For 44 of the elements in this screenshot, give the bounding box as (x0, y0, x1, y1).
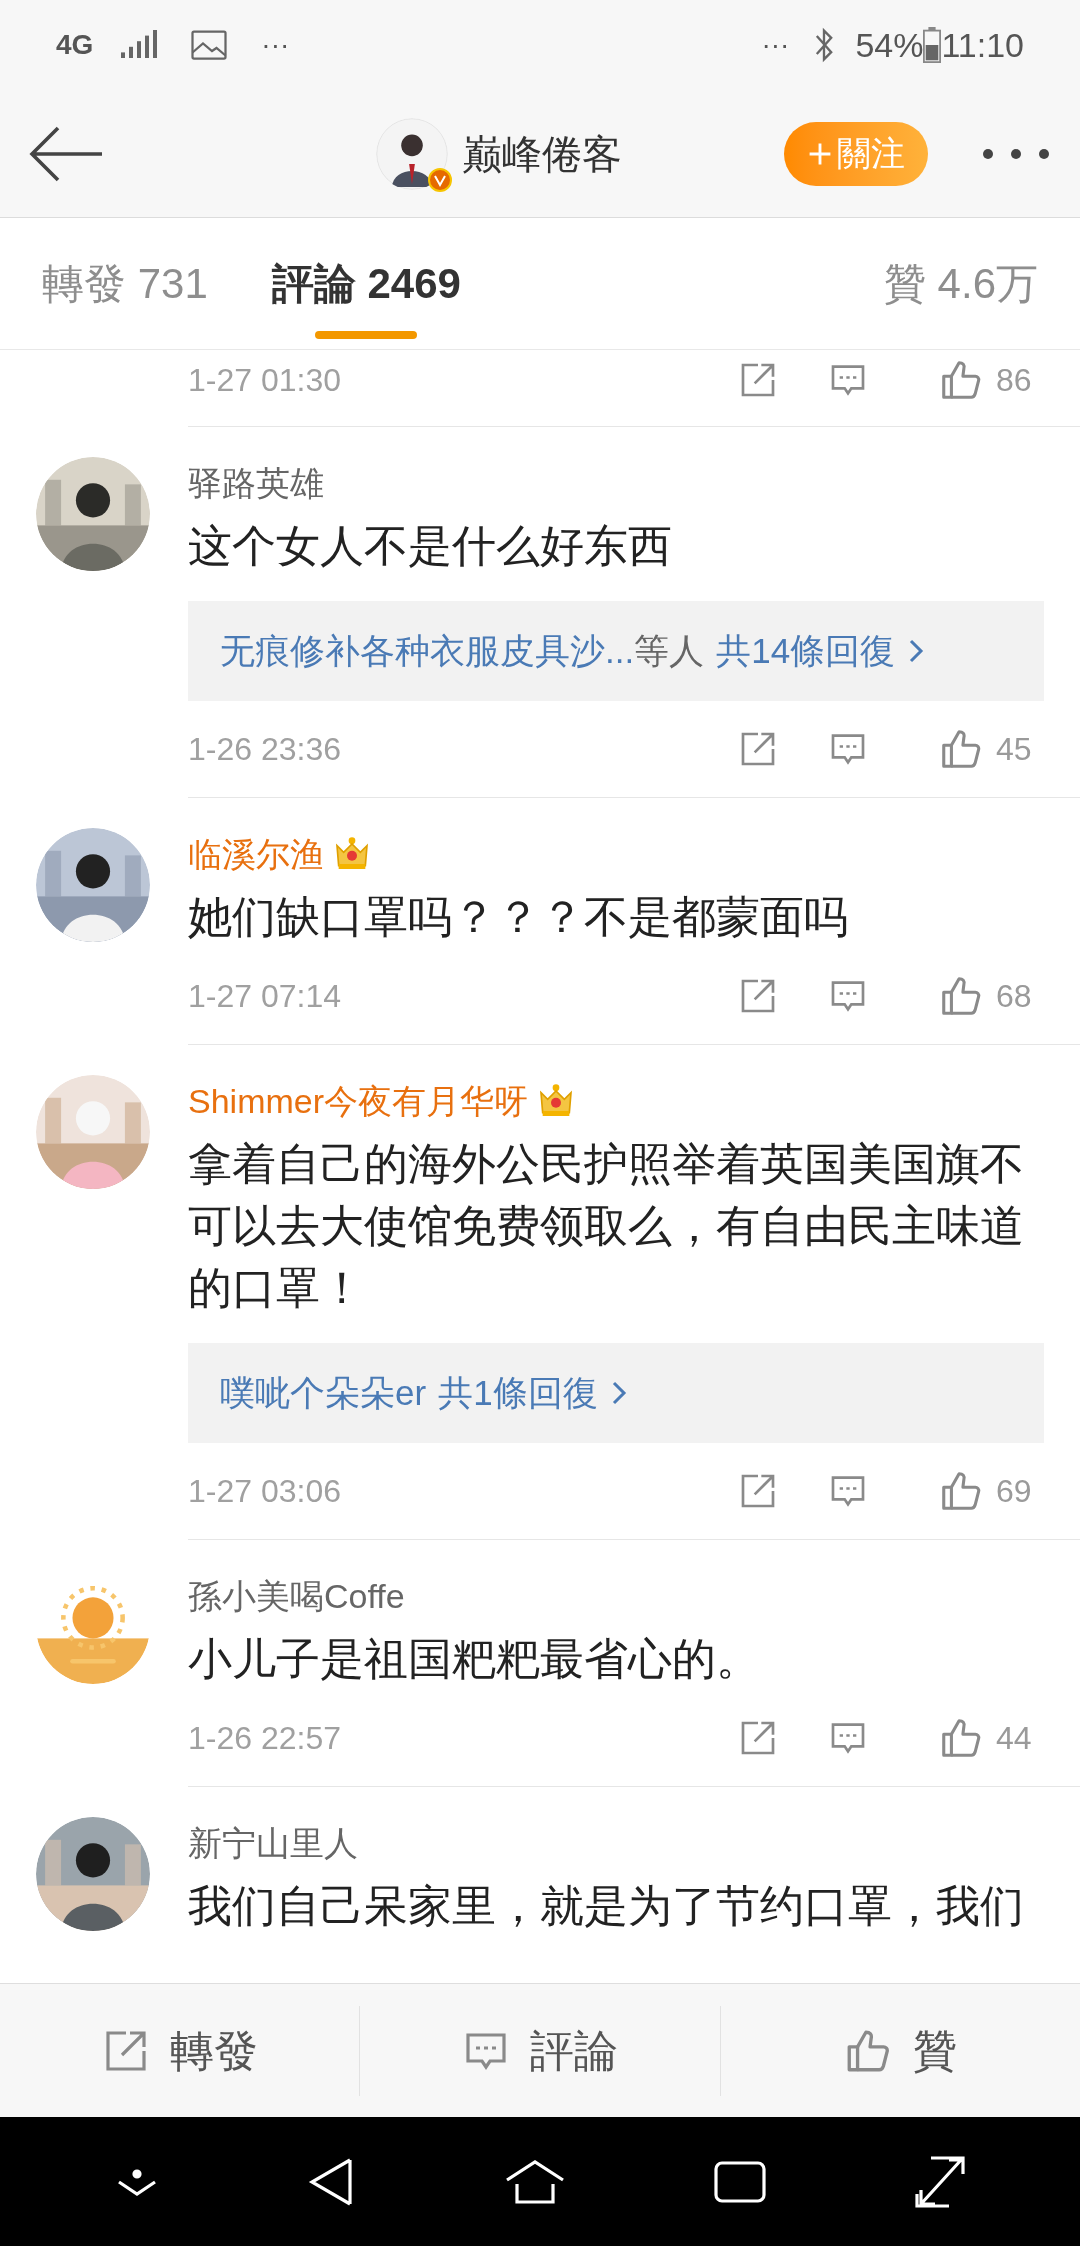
network-type: 4G (56, 28, 94, 62)
reply-user-names[interactable]: 无痕修补各种衣服皮具沙...等人 (220, 624, 705, 678)
more-notifications: ··· (761, 28, 790, 62)
like-count: 68 (996, 977, 1032, 1016)
verified-badge-icon (428, 167, 452, 192)
comment-text: 拿着自己的海外公民护照举着英国美国旗不可以去大使馆免费领取么，有自由民主味道的口罩！ (188, 1138, 1025, 1314)
like-count: 69 (996, 1472, 1032, 1511)
comment-time: 1-27 03:06 (188, 1472, 342, 1511)
image-icon (191, 30, 228, 60)
toolbar-button[interactable]: 評論 (462, 2005, 618, 2096)
battery-icon (923, 27, 942, 63)
comment-time: 1-26 22:57 (188, 1719, 342, 1758)
comment-text: 我们自己呆家里，就是为了节约口罩，我们 (188, 1880, 1025, 1932)
comment-text: 这个女人不是什么好东西 (188, 520, 673, 572)
comment-time: 1-27 01:30 (188, 361, 342, 400)
clock: 11:10 (941, 24, 1024, 66)
expand-icon[interactable] (915, 2155, 966, 2208)
comment-time: 1-27 07:14 (188, 977, 342, 1016)
profile-name: 巅峰倦客 (462, 130, 622, 178)
tab[interactable]: 轉發 731 (42, 218, 208, 349)
tab[interactable]: 評論 2469 (271, 218, 461, 349)
user-name[interactable]: 临溪尔渔 (188, 828, 324, 880)
home-icon[interactable] (504, 2157, 565, 2206)
user-name[interactable]: Shimmer今夜有月华呀 (188, 1075, 529, 1127)
reply-user-names[interactable]: 噗呲个朵朵er (220, 1366, 427, 1420)
tab[interactable]: 贊 4.6万 (883, 218, 1038, 349)
like-count: 44 (996, 1719, 1032, 1758)
toolbar-button[interactable]: 轉發 (101, 2005, 258, 2096)
comment-text: 她们缺口罩吗？？？不是都蒙面吗 (188, 891, 849, 943)
recent-apps-icon[interactable] (714, 2160, 767, 2203)
replies-panel[interactable]: 噗呲个朵朵er 共1條回復 (188, 1343, 1044, 1443)
user-name[interactable]: 新宁山里人 (188, 1817, 358, 1869)
comment-time: 1-26 23:36 (188, 730, 342, 769)
replies-panel[interactable]: 无痕修补各种衣服皮具沙...等人 共14條回復 (188, 601, 1044, 701)
more-notifications: ··· (261, 28, 290, 62)
toolbar-button[interactable]: 贊 (843, 2005, 958, 2096)
reply-count-link[interactable]: 共1條回復 (438, 1366, 598, 1420)
comment-text: 小儿子是祖国粑粑最省心的。 (188, 1633, 761, 1685)
user-name[interactable]: 驿路英雄 (188, 457, 324, 509)
user-name[interactable]: 孫小美喝Coffe (188, 1570, 405, 1622)
battery-percent: 54% (855, 24, 924, 66)
like-count: 86 (996, 361, 1032, 400)
like-count: 45 (996, 730, 1032, 769)
reply-count-link[interactable]: 共14條回復 (716, 624, 896, 678)
